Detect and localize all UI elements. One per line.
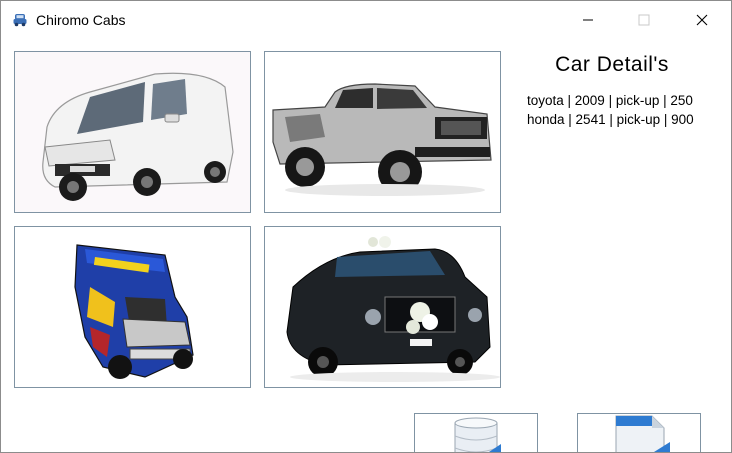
document-icon <box>615 415 670 452</box>
minimize-icon <box>583 19 593 21</box>
close-icon <box>696 14 708 26</box>
car-details-heading: Car Detail's <box>555 53 669 76</box>
title-bar[interactable]: Chiromo Cabs <box>1 1 731 39</box>
pickup-truck-image[interactable] <box>264 51 501 213</box>
car-detail-line: honda | 2541 | pick-up | 900 <box>527 112 694 127</box>
window-title: Chiromo Cabs <box>36 12 126 28</box>
database-icon <box>454 417 501 452</box>
car-icon <box>12 12 28 28</box>
maximize-button[interactable] <box>621 1 667 39</box>
minimize-button[interactable] <box>565 1 611 39</box>
car-detail-line: toyota | 2009 | pick-up | 250 <box>527 93 693 108</box>
main-window: Chiromo Cabs Car Detail's toyota | 2009 … <box>0 0 732 453</box>
maximize-icon <box>638 14 650 26</box>
database-button[interactable] <box>414 413 538 452</box>
document-button[interactable] <box>577 413 701 452</box>
limousine-image[interactable] <box>264 226 501 388</box>
jeepney-image[interactable] <box>14 226 251 388</box>
close-button[interactable] <box>679 1 725 39</box>
white-van-image[interactable] <box>14 51 251 213</box>
